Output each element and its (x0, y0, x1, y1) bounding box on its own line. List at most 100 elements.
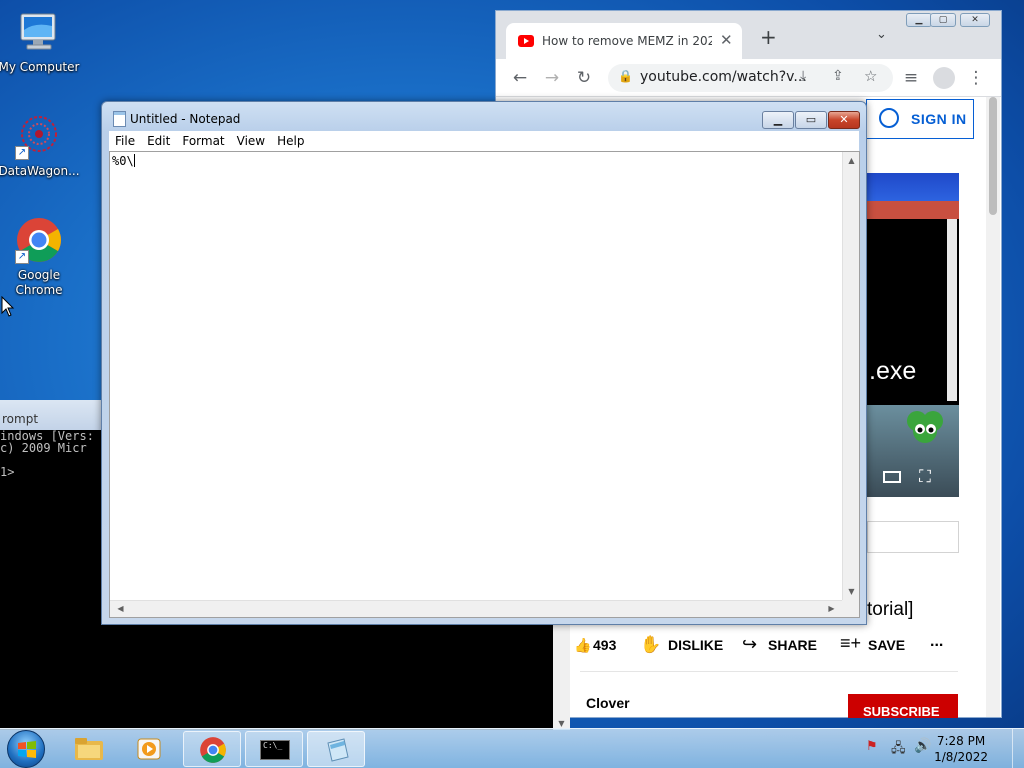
taskbar: C:\_ ⚑ 🖧 🔊 7:28 PM 1/8/2022 (0, 728, 1024, 768)
cmd-line: c) 2009 Micr (0, 441, 87, 455)
minimize-button[interactable]: ▁ (906, 13, 932, 27)
chrome-menu-icon[interactable]: ⋮ (966, 68, 986, 88)
share-page-icon[interactable]: ⇪ (832, 68, 844, 84)
media-control-icon[interactable]: ≡ (901, 68, 921, 88)
scroll-up-arrow-icon[interactable]: ▲ (843, 156, 860, 165)
desktop-icon-datawagon[interactable]: ↗ DataWagon... (0, 112, 81, 179)
chrome-tab-active[interactable]: How to remove MEMZ in 2020 [ ✕ (506, 23, 742, 59)
save-playlist-icon[interactable]: ≡+ (840, 633, 861, 654)
taskbar-chrome[interactable] (183, 731, 241, 767)
account-icon (879, 108, 899, 128)
video-frame-scrollbar (947, 219, 957, 401)
media-player-icon (137, 738, 161, 760)
scroll-down-arrow-icon[interactable]: ▼ (553, 719, 570, 728)
page-scrollbar-thumb[interactable] (989, 97, 997, 215)
folder-icon (75, 738, 103, 760)
lock-icon: 🔒 (618, 69, 633, 83)
subscribe-button[interactable]: SUBSCRIBE (848, 694, 958, 718)
cmd-scrollbar[interactable]: ▼ (553, 625, 570, 730)
chrome-icon (200, 737, 226, 763)
action-center-flag-icon[interactable]: ⚑ (866, 739, 878, 754)
video-frame-window (867, 201, 959, 219)
menu-help[interactable]: Help (271, 131, 310, 151)
editor-content[interactable]: %0\ (112, 154, 135, 168)
chrome-toolbar: ← → ↻ 🔒 youtube.com/watch?v... ⤓ ⇪ ☆ ≡ ⋮ (496, 59, 1001, 97)
horizontal-scrollbar[interactable]: ◀ ▶ (110, 600, 842, 617)
computer-icon (15, 8, 63, 56)
channel-name[interactable]: Clover (586, 695, 630, 711)
minimize-button[interactable]: ▁ (762, 111, 794, 129)
desktop-icon-label: My Computer (0, 60, 80, 74)
theater-mode-icon[interactable] (883, 471, 901, 483)
notepad-icon (327, 738, 349, 762)
start-button[interactable] (7, 730, 45, 768)
desktop-icon-label: Google Chrome (15, 268, 63, 297)
volume-icon[interactable]: 🔊 (914, 738, 931, 754)
cmd-output: indows [Vers: c) 2009 Micr 1> (0, 430, 94, 478)
like-icon[interactable]: 👍 (574, 637, 591, 654)
notepad-window[interactable]: Untitled - Notepad ▁ ▭ ✕ File Edit Format V… (101, 101, 867, 625)
cmd-prompt-line[interactable]: 1> (0, 465, 14, 479)
chrome-icon: ↗ (15, 216, 63, 264)
taskbar-explorer[interactable] (60, 731, 118, 767)
new-tab-icon[interactable]: + (760, 25, 777, 49)
forward-icon[interactable]: → (542, 68, 562, 88)
shortcut-arrow-icon: ↗ (15, 250, 29, 264)
maximize-button[interactable]: ▭ (795, 111, 827, 129)
close-button[interactable]: ✕ (960, 13, 990, 27)
menu-format[interactable]: Format (176, 131, 230, 151)
taskbar-notepad[interactable] (307, 731, 365, 767)
tab-search-icon[interactable]: ⌄ (876, 27, 887, 42)
notepad-title: Untitled - Notepad (130, 112, 241, 126)
menu-file[interactable]: File (109, 131, 141, 151)
text-editor[interactable]: %0\ ▲ ▼ ◀ ▶ (109, 151, 860, 618)
resize-grip[interactable] (842, 600, 859, 617)
dislike-icon[interactable]: ✋ (640, 635, 661, 655)
desktop-icon-my-computer[interactable]: My Computer (0, 8, 81, 75)
back-icon[interactable]: ← (510, 68, 530, 88)
system-clock[interactable]: 7:28 PM 1/8/2022 (934, 733, 988, 765)
menu-edit[interactable]: Edit (141, 131, 176, 151)
scroll-left-arrow-icon[interactable]: ◀ (112, 604, 129, 613)
taskbar-media-player[interactable] (120, 731, 178, 767)
chrome-tabstrip: ▁ ▢ ✕ How to remove MEMZ in 2020 [ ✕ + ⌄ (496, 11, 1001, 59)
taskbar-cmd[interactable]: C:\_ (245, 731, 303, 767)
menu-bar: File Edit Format View Help (109, 131, 859, 151)
editor-text: %0\ (112, 154, 134, 168)
share-icon[interactable]: ↪ (742, 634, 757, 655)
datawagon-icon: ↗ (15, 112, 63, 160)
video-player[interactable]: .exe ⛶ (867, 173, 959, 497)
subscribe-label: SUBSCRIBE (863, 704, 940, 718)
share-button[interactable]: SHARE (768, 637, 817, 653)
save-button[interactable]: SAVE (868, 637, 905, 653)
desktop-icon-google-chrome[interactable]: ↗ Google Chrome (0, 216, 81, 298)
divider (580, 671, 958, 672)
like-count: 493 (593, 637, 617, 653)
shortcut-arrow-icon: ↗ (15, 146, 29, 160)
tab-close-icon[interactable]: ✕ (720, 31, 733, 49)
install-icon[interactable]: ⤓ (800, 68, 806, 84)
windows-logo-icon (18, 741, 36, 758)
bookmark-star-icon[interactable]: ☆ (864, 67, 877, 85)
clover-mascot-icon (907, 411, 943, 443)
desktop-icon-label: DataWagon... (0, 164, 80, 178)
notepad-icon (113, 111, 126, 127)
menu-view[interactable]: View (231, 131, 271, 151)
more-actions-button[interactable]: ... (930, 633, 943, 651)
scroll-right-arrow-icon[interactable]: ▶ (823, 604, 840, 613)
fullscreen-icon[interactable]: ⛶ (919, 467, 931, 487)
search-box-fragment[interactable] (867, 521, 959, 553)
scroll-down-arrow-icon[interactable]: ▼ (843, 587, 860, 596)
dislike-button[interactable]: DISLIKE (668, 637, 723, 653)
page-scrollbar[interactable] (986, 97, 1000, 717)
maximize-button[interactable]: ▢ (930, 13, 956, 27)
profile-avatar-icon[interactable] (933, 67, 955, 89)
network-icon[interactable]: 🖧 (891, 739, 906, 761)
vertical-scrollbar[interactable]: ▲ ▼ (842, 152, 859, 600)
close-button[interactable]: ✕ (828, 111, 860, 129)
show-desktop-button[interactable] (1012, 729, 1024, 768)
sign-in-button[interactable]: SIGN IN (866, 99, 974, 139)
address-bar[interactable]: 🔒 youtube.com/watch?v... ⤓ ⇪ ☆ (608, 64, 893, 92)
reload-icon[interactable]: ↻ (574, 68, 594, 88)
mouse-cursor-icon (1, 296, 15, 317)
